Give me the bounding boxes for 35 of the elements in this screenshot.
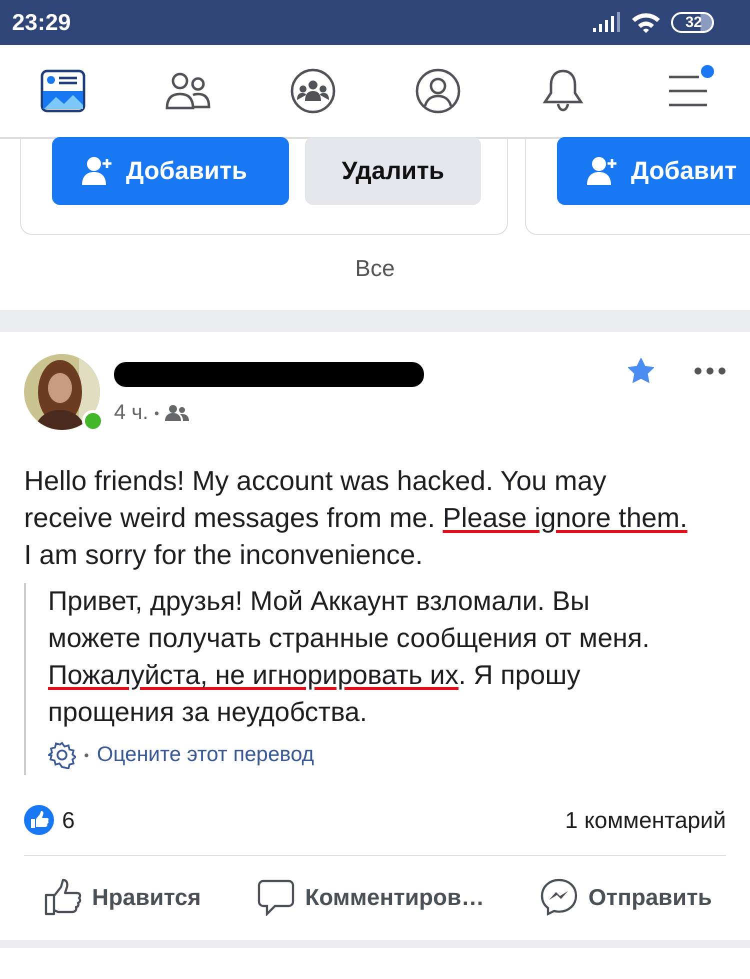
add-friend-button[interactable]: Добавить xyxy=(52,137,289,205)
separator-dot: • xyxy=(154,405,160,421)
clock: 23:29 xyxy=(12,9,71,36)
messenger-icon xyxy=(540,878,578,916)
speech-bubble-icon xyxy=(257,878,296,916)
rate-translation-link[interactable]: Оцените этот перевод xyxy=(96,743,314,767)
star-icon[interactable] xyxy=(628,358,654,383)
thumbs-up-icon xyxy=(44,878,82,916)
settings-icon[interactable] xyxy=(48,741,76,769)
share-button[interactable]: Отправить xyxy=(540,874,712,920)
add-friend-button[interactable]: Добавит xyxy=(557,137,750,205)
post-time: 4 ч. xyxy=(114,401,148,425)
friends-icon xyxy=(164,71,212,111)
profile-icon xyxy=(414,68,460,114)
post-text: Hello friends! My account was hacked. You may receive weird messages from me. Please ignore them. I am sorry for the inconvenience. xyxy=(24,464,688,572)
remove-button[interactable]: Удалить xyxy=(305,137,481,205)
like-button[interactable]: Нравится xyxy=(44,874,201,920)
menu-icon xyxy=(666,73,708,109)
see-all-link[interactable]: Все xyxy=(345,255,405,282)
news-feed-icon xyxy=(40,69,86,113)
groups-icon xyxy=(290,68,336,114)
friends-icon xyxy=(165,404,190,422)
like-count: 6 xyxy=(62,806,75,834)
wifi-icon xyxy=(631,12,662,34)
add-friend-icon xyxy=(82,156,114,186)
more-options-icon[interactable] xyxy=(694,366,726,374)
translated-text: Привет, друзья! Мой Аккаунт взломали. Вы можете получать странные сообщения от меня. Пожалуйста, не игнорировать их. Я прошу прощения за неудобства. xyxy=(48,585,651,729)
signal-icon xyxy=(591,12,622,34)
like-reaction-icon xyxy=(24,805,54,835)
battery-indicator: 32 xyxy=(671,12,714,33)
bell-icon xyxy=(542,68,584,114)
separator-dot: • xyxy=(84,747,89,763)
comment-count[interactable]: 1 комментарий xyxy=(565,806,726,834)
comment-button[interactable]: Комментиров… xyxy=(257,874,484,920)
add-friend-icon xyxy=(587,156,619,186)
